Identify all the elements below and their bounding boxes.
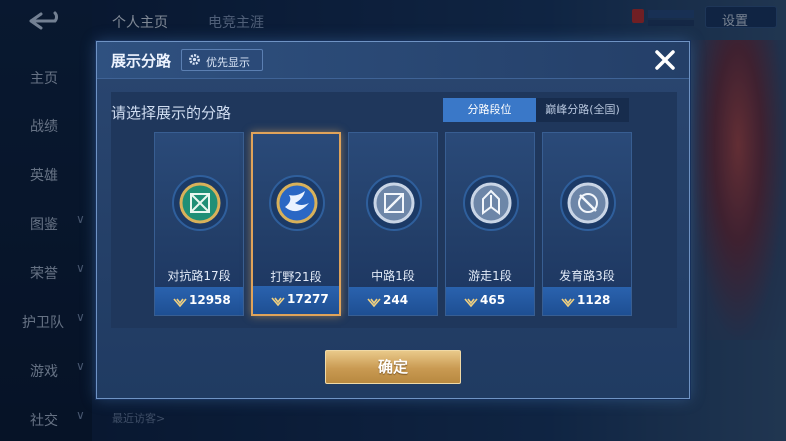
lane-rank-label: 对抗路17段 <box>167 269 231 283</box>
roam-emblem-icon <box>463 175 519 231</box>
priority-display-button[interactable]: 优先显示 <box>181 49 263 71</box>
score-bar: 17277 <box>253 286 339 314</box>
farm-lane-emblem-icon <box>560 175 616 231</box>
dialog-title: 展示分路 <box>111 52 172 70</box>
lane-score: 465 <box>480 293 506 307</box>
lane-rank-label: 游走1段 <box>468 269 512 283</box>
jungle-emblem-icon <box>269 175 325 231</box>
lane-rank-label: 中路1段 <box>371 269 415 283</box>
priority-display-label: 优先显示 <box>206 56 250 69</box>
dialog-header: 展示分路 优先显示 <box>97 42 689 79</box>
confirm-button[interactable]: 确定 <box>325 350 461 384</box>
lane-card-clash[interactable]: 对抗路17段 12958 <box>154 132 244 316</box>
score-emblem-icon <box>173 298 187 308</box>
lane-card-mid[interactable]: 中路1段 244 <box>348 132 438 316</box>
lane-score: 12958 <box>189 293 231 307</box>
clash-lane-emblem-icon <box>172 175 228 231</box>
score-bar: 12958 <box>155 287 243 315</box>
score-emblem-icon <box>464 298 478 308</box>
lane-rank-label: 打野21段 <box>270 270 322 284</box>
tab-peak-lane-national[interactable]: 巅峰分路(全国) <box>536 98 629 122</box>
lane-card-jungle[interactable]: 打野21段 17277 <box>251 132 341 316</box>
close-icon[interactable] <box>651 46 679 74</box>
lane-score: 244 <box>383 293 409 307</box>
score-bar: 244 <box>349 287 437 315</box>
lane-score: 1128 <box>577 293 611 307</box>
lane-display-dialog: 展示分路 优先显示 请选择展示的分路 分路段位 巅峰分路(全国) 对抗路17段 <box>96 41 690 399</box>
score-emblem-icon <box>561 298 575 308</box>
score-bar: 1128 <box>543 287 631 315</box>
tab-lane-rank[interactable]: 分路段位 <box>443 98 536 122</box>
lane-card-farm[interactable]: 发育路3段 1128 <box>542 132 632 316</box>
mid-lane-emblem-icon <box>366 175 422 231</box>
score-emblem-icon <box>367 298 381 308</box>
score-emblem-icon <box>271 297 285 307</box>
lane-rank-label: 发育路3段 <box>559 269 615 283</box>
gear-icon <box>189 54 200 65</box>
score-bar: 465 <box>446 287 534 315</box>
lane-card-roam[interactable]: 游走1段 465 <box>445 132 535 316</box>
lane-score: 17277 <box>287 292 329 306</box>
panel-heading: 请选择展示的分路 <box>111 104 232 122</box>
